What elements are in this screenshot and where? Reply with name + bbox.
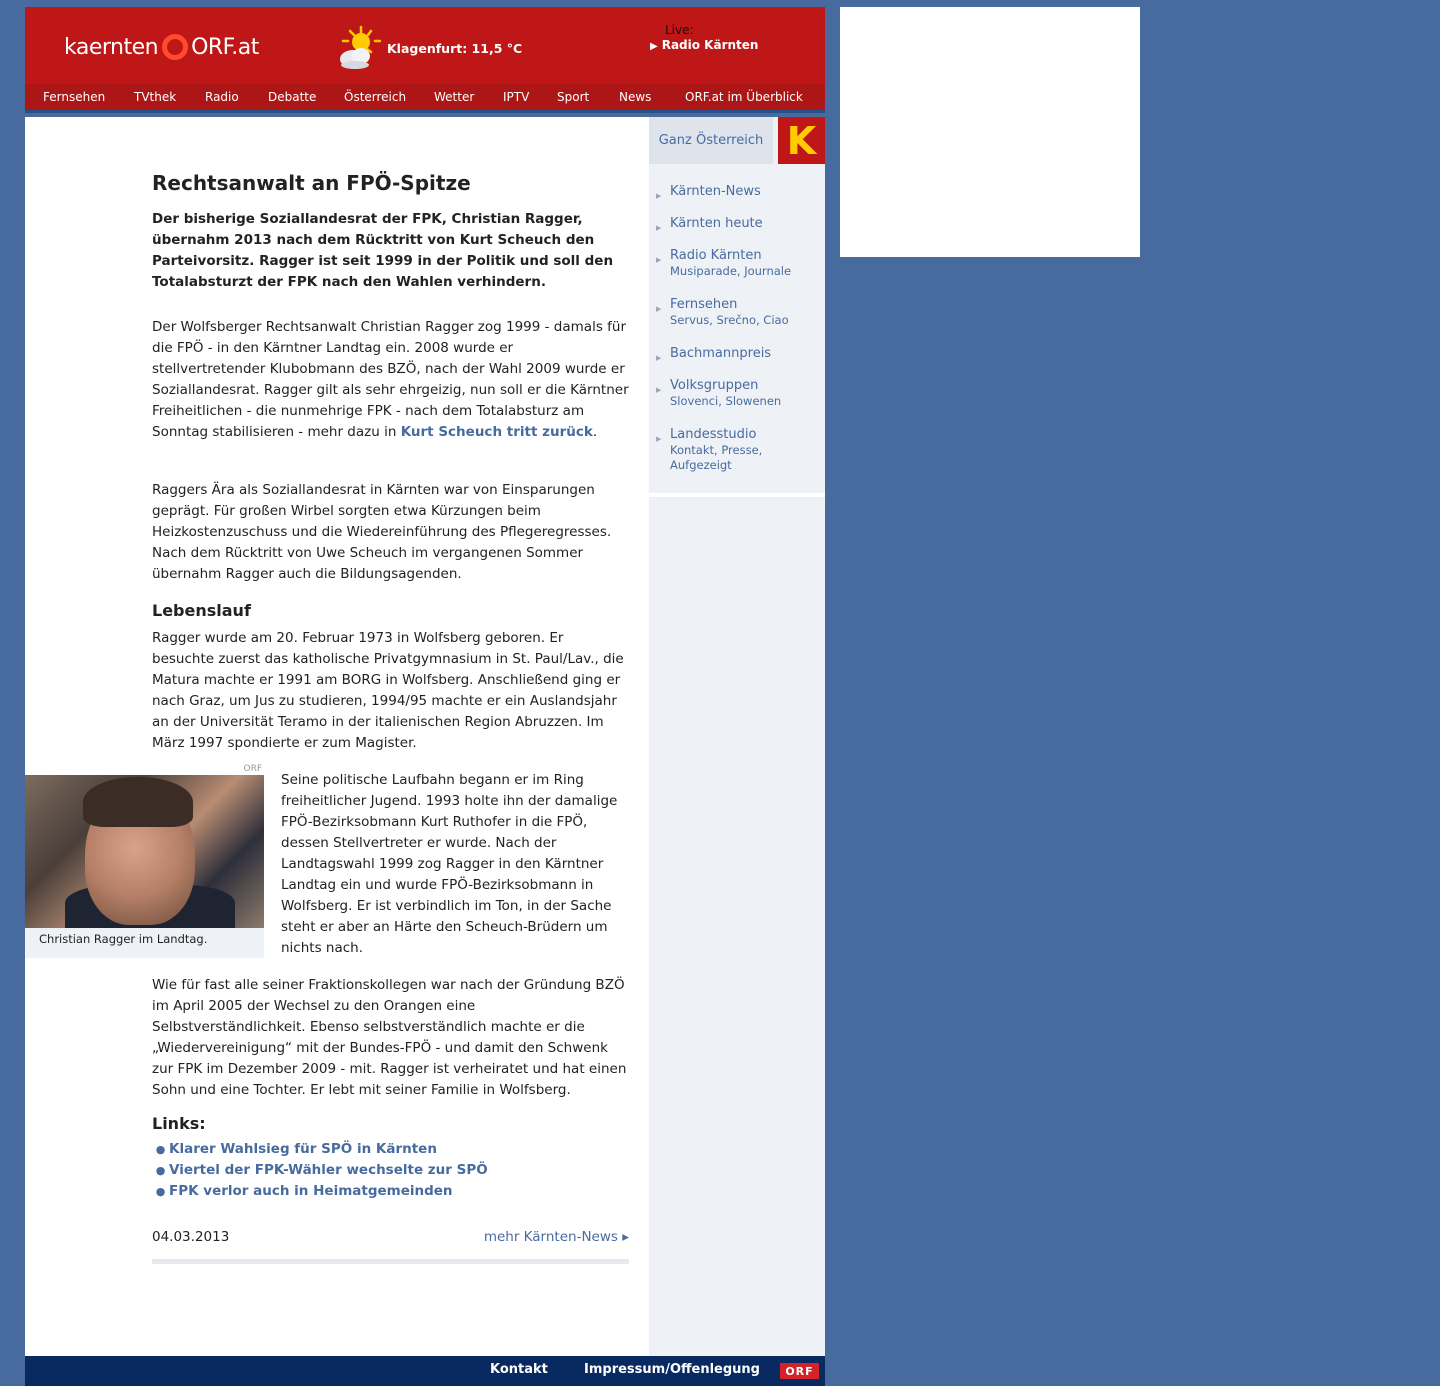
arrow-right-icon: ▶ bbox=[656, 386, 662, 394]
article-figure: ORF Christian Ragger im Landtag. bbox=[25, 763, 264, 958]
sidebar-item-sub: Kontakt, Presse, Aufgezeigt bbox=[670, 443, 763, 472]
link-heimatgemeinden[interactable]: FPK verlor auch in Heimatgemeinden bbox=[169, 1183, 453, 1199]
sidebar-item-label: Kärnten-News bbox=[670, 184, 761, 199]
site-header: kaernten ORF.at Klagenfurt: 11,5 °C Live… bbox=[25, 7, 825, 84]
arrow-right-icon: ▶ bbox=[656, 192, 662, 200]
bullet-icon: ● bbox=[155, 1185, 166, 1198]
nav-radio[interactable]: Radio bbox=[205, 90, 239, 104]
arrow-right-icon: ▶ bbox=[656, 305, 662, 313]
article-dateline: 04.03.2013 mehr Kärnten-News ▸ bbox=[152, 1229, 629, 1264]
article-lead: Der bisherige Soziallandesrat der FPK, C… bbox=[152, 211, 614, 290]
sidebar-item-label: Radio Kärnten bbox=[670, 248, 762, 263]
sidebar-item-sub: Slovenci, Slowenen bbox=[670, 394, 782, 408]
related-links: Links: ● Klarer Wahlsieg für SPÖ in Kärnt… bbox=[152, 1114, 629, 1202]
sidebar-item-sub: Musiparade, Journale bbox=[670, 264, 792, 278]
nav-sport[interactable]: Sport bbox=[557, 90, 589, 104]
sidebar-item-radio-kaernten[interactable]: ▶ Radio Kärnten Musiparade, Journale bbox=[656, 248, 792, 279]
sidebar-item-label: Bachmannpreis bbox=[670, 346, 772, 361]
sidebar-item-label: Volksgruppen bbox=[670, 378, 759, 393]
site-logo[interactable]: kaernten ORF.at bbox=[64, 31, 259, 63]
sidebar-item-label: Kärnten heute bbox=[670, 216, 763, 231]
bullet-icon: ● bbox=[155, 1143, 166, 1156]
article-main: Rechtsanwalt an FPÖ-Spitze Der bisherige… bbox=[25, 117, 649, 1356]
play-icon: ▶ bbox=[650, 41, 658, 52]
nav-iptv[interactable]: IPTV bbox=[503, 90, 529, 104]
paragraph-1: Der Wolfsberger Rechtsanwalt Christian R… bbox=[152, 317, 629, 443]
site-footer: Kontakt Impressum/Offenlegung ORF bbox=[25, 1356, 825, 1386]
main-nav: Fernsehen TVthek Radio Debatte Österreic… bbox=[25, 84, 825, 113]
link-fpk-waehler[interactable]: Viertel der FPK-Wähler wechselte zur SPÖ bbox=[169, 1162, 488, 1178]
photo-hair-shape bbox=[83, 777, 193, 827]
links-heading: Links: bbox=[152, 1114, 206, 1133]
image-credit: ORF bbox=[243, 764, 262, 774]
sidebar-item-fernsehen[interactable]: ▶ Fernsehen Servus, Srečno, Ciao bbox=[656, 297, 789, 328]
nav-fernsehen[interactable]: Fernsehen bbox=[43, 90, 105, 104]
nav-news[interactable]: News bbox=[619, 90, 651, 104]
sidebar-item-label: Landesstudio bbox=[670, 427, 757, 442]
paragraph-5: Wie für fast alle seiner Fraktionskolleg… bbox=[152, 977, 627, 1098]
sidebar-item-kaernten-heute[interactable]: ▶ Kärnten heute bbox=[656, 216, 763, 232]
article-date: 04.03.2013 bbox=[152, 1229, 230, 1245]
arrow-right-icon: ▶ bbox=[656, 224, 662, 232]
list-item: ● Klarer Wahlsieg für SPÖ in Kärnten bbox=[152, 1139, 629, 1160]
sidebar-item-bachmannpreis[interactable]: ▶ Bachmannpreis bbox=[656, 346, 772, 362]
list-item: ● Viertel der FPK-Wähler wechselte zur SP… bbox=[152, 1160, 629, 1181]
sidebar-item-label: Fernsehen bbox=[670, 297, 738, 312]
logo-region-text: kaernten bbox=[64, 34, 159, 60]
nav-oesterreich[interactable]: Österreich bbox=[344, 90, 406, 104]
kaernten-k-badge[interactable]: K bbox=[778, 117, 825, 164]
orf-logo[interactable]: ORF bbox=[780, 1363, 819, 1379]
sidebar-menu: ▶ Kärnten-News ▶ Kärnten heute ▶ Radio Kärn… bbox=[649, 169, 825, 497]
weather-text: Klagenfurt: 11,5 °C bbox=[387, 40, 523, 56]
paragraph-4: Seine politische Laufbahn begann er im R… bbox=[281, 772, 618, 956]
bullet-icon: ● bbox=[155, 1164, 166, 1177]
sidebar-item-kaernten-news[interactable]: ▶ Kärnten-News bbox=[656, 184, 761, 200]
paragraph-1-text: Der Wolfsberger Rechtsanwalt Christian R… bbox=[152, 319, 629, 440]
nav-wetter[interactable]: Wetter bbox=[434, 90, 474, 104]
sidebar: Ganz Österreich K ▶ Kärnten-News ▶ Kärnten… bbox=[649, 117, 825, 1356]
live-label: Live: bbox=[665, 23, 694, 37]
nav-orf-ueberblick[interactable]: ORF.at im Überblick bbox=[685, 90, 803, 104]
sidebar-item-volksgruppen[interactable]: ▶ Volksgruppen Slovenci, Slowenen bbox=[656, 378, 782, 409]
logo-brand-text: ORF.at bbox=[191, 34, 259, 60]
live-station: Radio Kärnten bbox=[661, 38, 759, 52]
sidebar-item-sub: Servus, Srečno, Ciao bbox=[670, 313, 789, 327]
heading-lebenslauf: Lebenslauf bbox=[152, 601, 251, 620]
article-photo[interactable] bbox=[25, 775, 264, 928]
orf-ring-icon bbox=[162, 34, 189, 60]
sun-cloud-icon bbox=[340, 25, 381, 69]
list-item: ● FPK verlor auch in Heimatgemeinden bbox=[152, 1181, 629, 1202]
ganz-oesterreich-button[interactable]: Ganz Österreich bbox=[649, 117, 773, 164]
footer-impressum-link[interactable]: Impressum/Offenlegung bbox=[584, 1362, 760, 1377]
arrow-right-icon: ▶ bbox=[656, 256, 662, 264]
paragraph-3: Ragger wurde am 20. Februar 1973 in Wolf… bbox=[152, 630, 624, 751]
image-caption: Christian Ragger im Landtag. bbox=[25, 928, 264, 958]
nav-tvthek[interactable]: TVthek bbox=[134, 90, 176, 104]
nav-debatte[interactable]: Debatte bbox=[268, 90, 316, 104]
article-title: Rechtsanwalt an FPÖ-Spitze bbox=[152, 171, 471, 195]
weather-widget[interactable]: Klagenfurt: 11,5 °C bbox=[337, 25, 522, 71]
link-wahlsieg-spoe[interactable]: Klarer Wahlsieg für SPÖ in Kärnten bbox=[169, 1141, 437, 1157]
footer-kontakt-link[interactable]: Kontakt bbox=[490, 1362, 548, 1377]
ad-banner[interactable] bbox=[840, 7, 1140, 257]
live-radio-link[interactable]: Live: ▶ Radio Kärnten bbox=[650, 23, 758, 54]
sidebar-item-landesstudio[interactable]: ▶ Landesstudio Kontakt, Presse, Aufgezeigt bbox=[656, 427, 763, 473]
paragraph-1-end: . bbox=[592, 424, 598, 440]
paragraph-2: Raggers Ära als Soziallandesrat in Kärnt… bbox=[152, 482, 612, 582]
arrow-right-icon: ▶ bbox=[656, 354, 662, 362]
kurt-scheuch-link[interactable]: Kurt Scheuch tritt zurück bbox=[401, 424, 593, 440]
more-news-link[interactable]: mehr Kärnten-News ▸ bbox=[484, 1229, 629, 1245]
arrow-right-icon: ▶ bbox=[656, 435, 662, 443]
